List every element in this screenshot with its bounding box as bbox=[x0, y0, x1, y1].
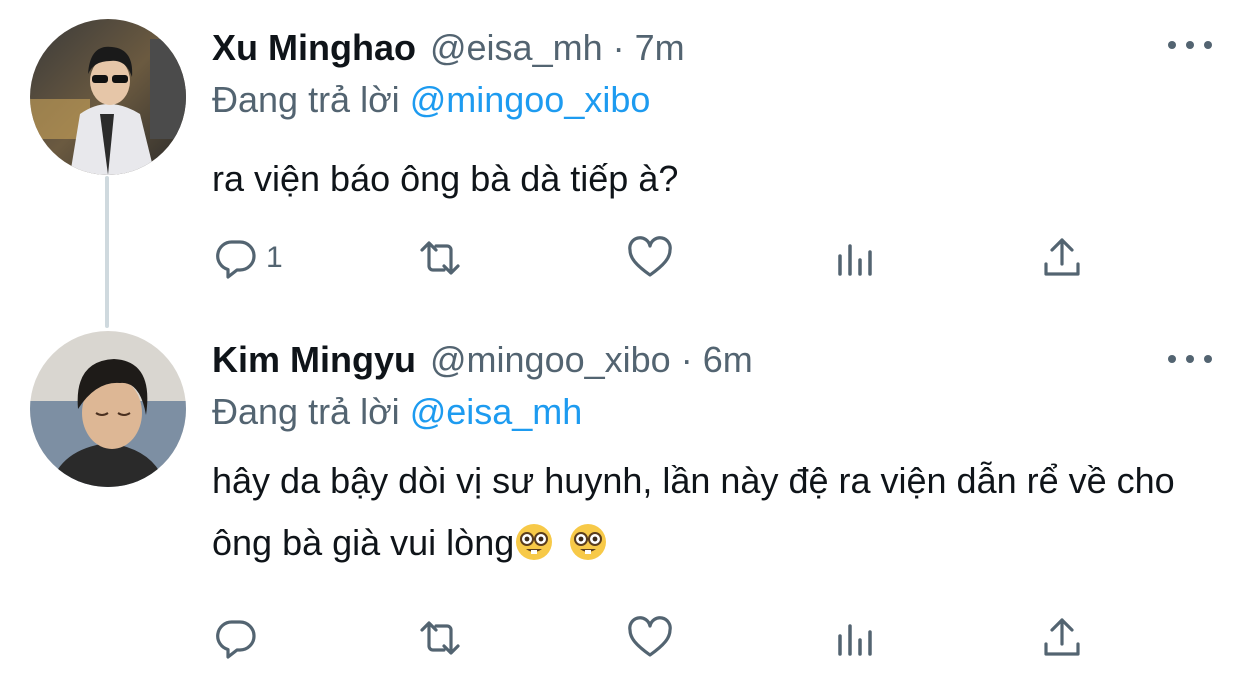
more-options-button[interactable] bbox=[1168, 30, 1212, 60]
retweet-icon bbox=[420, 241, 460, 275]
tweet-actions bbox=[212, 614, 1112, 662]
user-handle[interactable]: @mingoo_xibo bbox=[430, 338, 671, 382]
tweet-text: ra viện báo ông bà dà tiếp à? bbox=[212, 148, 1212, 210]
like-button[interactable] bbox=[626, 614, 674, 662]
reply-icon bbox=[216, 240, 256, 279]
avatar[interactable] bbox=[30, 331, 186, 487]
nerd-face-emoji bbox=[514, 522, 554, 562]
share-button[interactable] bbox=[1038, 234, 1086, 282]
tweet-text-content: ra viện báo ông bà dà tiếp à? bbox=[212, 158, 679, 199]
tweet-text-content: hây da bậy dòi vị sư huynh, lần này đệ r… bbox=[212, 460, 1175, 563]
share-icon bbox=[1044, 238, 1080, 276]
user-handle[interactable]: @eisa_mh bbox=[430, 26, 603, 70]
share-icon bbox=[1044, 618, 1080, 656]
like-icon bbox=[628, 616, 672, 657]
analytics-icon bbox=[838, 244, 872, 276]
more-icon bbox=[1204, 41, 1212, 49]
timestamp[interactable]: 6m bbox=[703, 338, 753, 382]
retweet-button[interactable] bbox=[416, 614, 464, 662]
share-button[interactable] bbox=[1038, 614, 1086, 662]
more-icon bbox=[1168, 355, 1176, 363]
more-icon bbox=[1186, 355, 1194, 363]
replying-to-label: Đang trả lời bbox=[212, 79, 400, 120]
tweet[interactable]: Xu Minghao @eisa_mh · 7m Đang trả lời @m… bbox=[0, 0, 1242, 318]
separator-dot: · bbox=[612, 27, 625, 68]
analytics-icon bbox=[838, 624, 872, 656]
mention-link[interactable]: @eisa_mh bbox=[410, 391, 583, 432]
timestamp[interactable]: 7m bbox=[635, 26, 685, 70]
retweet-button[interactable] bbox=[416, 234, 464, 282]
display-name[interactable]: Xu Minghao bbox=[212, 26, 416, 70]
mention-link[interactable]: @mingoo_xibo bbox=[410, 79, 651, 120]
tweet-header: Xu Minghao @eisa_mh · 7m bbox=[212, 26, 685, 70]
reply-icon bbox=[216, 620, 256, 659]
like-icon bbox=[628, 236, 672, 277]
nerd-face-emoji bbox=[568, 522, 608, 562]
more-icon bbox=[1168, 41, 1176, 49]
display-name[interactable]: Kim Mingyu bbox=[212, 338, 416, 382]
analytics-button[interactable] bbox=[832, 614, 880, 662]
tweet-header: Kim Mingyu @mingoo_xibo · 6m bbox=[212, 338, 753, 382]
avatar[interactable] bbox=[30, 19, 186, 175]
reply-button[interactable] bbox=[212, 614, 266, 662]
replying-to-label: Đang trả lời bbox=[212, 391, 400, 432]
more-icon bbox=[1186, 41, 1194, 49]
replying-to: Đang trả lời @mingoo_xibo bbox=[212, 78, 650, 122]
separator-dot: · bbox=[680, 339, 693, 380]
retweet-icon bbox=[420, 621, 460, 655]
like-button[interactable] bbox=[626, 234, 674, 282]
more-icon bbox=[1204, 355, 1212, 363]
reply-count: 1 bbox=[266, 241, 283, 274]
tweet-actions: 1 bbox=[212, 234, 1112, 282]
replying-to: Đang trả lời @eisa_mh bbox=[212, 390, 582, 434]
tweet[interactable]: Kim Mingyu @mingoo_xibo · 6m Đang trả lờ… bbox=[0, 318, 1242, 685]
reply-button[interactable]: 1 bbox=[212, 234, 283, 282]
tweet-text: hây da bậy dòi vị sư huynh, lần này đệ r… bbox=[212, 450, 1212, 574]
more-options-button[interactable] bbox=[1168, 344, 1212, 374]
analytics-button[interactable] bbox=[832, 234, 880, 282]
avatar-image bbox=[30, 331, 186, 487]
avatar-image bbox=[30, 19, 186, 175]
